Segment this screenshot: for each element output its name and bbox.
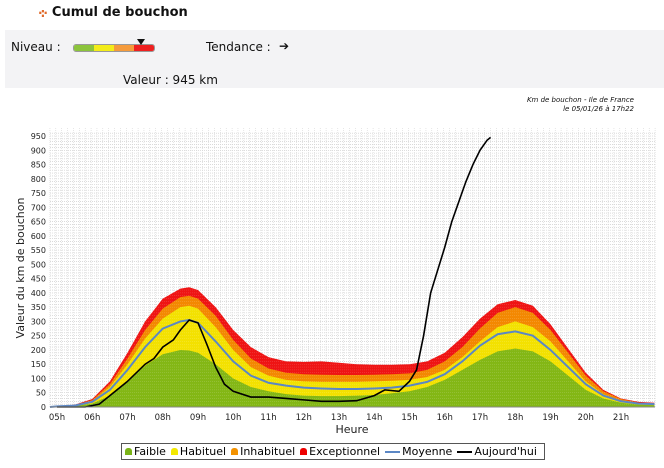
x-tick-label: 15h xyxy=(401,413,417,423)
legend-faible: Faible xyxy=(125,445,166,458)
y-tick-label: 150 xyxy=(31,360,46,369)
legend: Faible Habituel Inhabituel Exceptionnel … xyxy=(121,443,545,460)
y-tick-label: 450 xyxy=(31,275,46,284)
legend-habituel: Habituel xyxy=(170,445,226,458)
y-tick-label: 550 xyxy=(31,246,46,255)
x-tick-label: 19h xyxy=(542,413,558,423)
legend-aujourdhui: Aujourd'hui xyxy=(457,445,537,458)
y-tick-label: 850 xyxy=(31,161,46,170)
x-tick-label: 11h xyxy=(260,413,276,423)
y-tick-label: 600 xyxy=(31,232,46,241)
x-tick-label: 06h xyxy=(84,413,100,423)
x-tick-label: 08h xyxy=(155,413,171,423)
x-tick-label: 16h xyxy=(437,413,453,423)
y-tick-label: 100 xyxy=(31,374,46,383)
x-tick-label: 13h xyxy=(331,413,347,423)
x-tick-label: 10h xyxy=(225,413,241,423)
y-tick-label: 950 xyxy=(31,132,46,141)
y-tick-label: 0 xyxy=(41,403,46,412)
chart: 0 50 100 150 200 250 300 350 400 450 500 550 600 650 7… xyxy=(14,128,656,436)
x-tick-label: 14h xyxy=(366,413,382,423)
y-tick-label: 650 xyxy=(31,218,46,227)
y-tick-label: 900 xyxy=(31,146,46,155)
x-tick-label: 12h xyxy=(296,413,312,423)
x-axis-label: Heure xyxy=(335,423,368,436)
y-tick-label: 750 xyxy=(31,189,46,198)
x-tick-label: 21h xyxy=(613,413,629,423)
x-tick-label: 09h xyxy=(190,413,206,423)
x-tick-label: 18h xyxy=(507,413,523,423)
y-tick-label: 700 xyxy=(31,203,46,212)
legend-moyenne: Moyenne xyxy=(385,445,452,458)
legend-exceptionnel: Exceptionnel xyxy=(300,445,380,458)
y-axis-label: Valeur du km de bouchon xyxy=(14,198,27,339)
y-tick-label: 500 xyxy=(31,260,46,269)
x-tick-label: 07h xyxy=(119,413,135,423)
y-tick-label: 400 xyxy=(31,289,46,298)
legend-inhabituel: Inhabituel xyxy=(231,445,295,458)
y-tick-label: 800 xyxy=(31,175,46,184)
y-tick-label: 250 xyxy=(31,332,46,341)
x-tick-label: 05h xyxy=(49,413,65,423)
y-tick-label: 200 xyxy=(31,346,46,355)
y-tick-label: 50 xyxy=(36,389,46,398)
y-tick-label: 350 xyxy=(31,303,46,312)
y-tick-label: 300 xyxy=(31,317,46,326)
x-tick-label: 17h xyxy=(472,413,488,423)
x-tick-label: 20h xyxy=(578,413,594,423)
